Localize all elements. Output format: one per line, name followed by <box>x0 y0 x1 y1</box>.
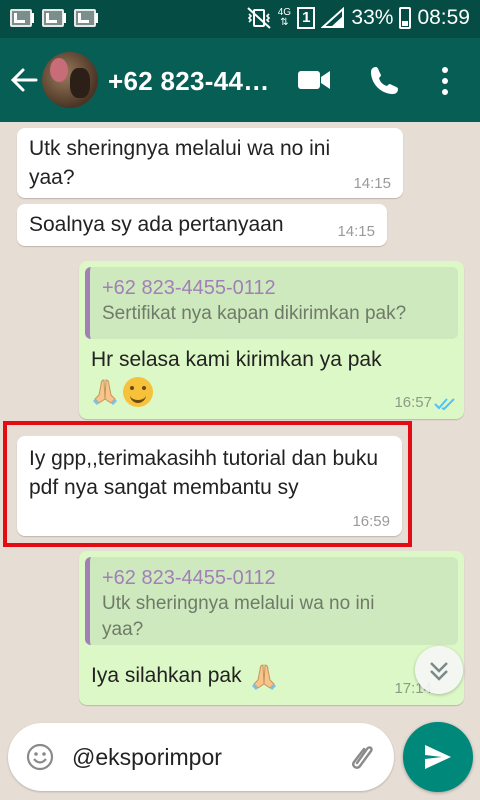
paperclip-icon[interactable] <box>348 741 376 773</box>
incoming-message[interactable]: Soalnya sy ada pertanyaan 14:15 <box>17 204 387 246</box>
status-bar: 4G ⇅ 1 33% 08:59 <box>0 0 480 38</box>
quoted-text: Sertifikat nya kapan dikirimkan pak? <box>102 303 407 324</box>
back-arrow-icon[interactable] <box>10 66 38 94</box>
quoted-text: Utk sheringnya melalui wa no ini yaa? <box>102 593 375 640</box>
quoted-sender: +62 823-4455-0112 <box>102 567 276 589</box>
outgoing-message[interactable]: +62 823-4455-0112 Utk sheringnya melalui… <box>79 551 464 705</box>
message-input[interactable] <box>72 741 332 773</box>
message-composer <box>8 723 394 791</box>
message-time: 14:15 <box>353 175 391 192</box>
sim-indicator: 1 <box>297 7 316 29</box>
quoted-message[interactable]: +62 823-4455-0112 Utk sheringnya melalui… <box>85 557 458 645</box>
message-text: Hr selasa kami kirimkan ya pak <box>91 348 382 371</box>
battery-icon <box>399 7 412 29</box>
chat-header: +62 823-44… <box>0 38 480 122</box>
scroll-to-bottom-button[interactable] <box>415 646 463 694</box>
double-chevron-down-icon <box>430 662 448 681</box>
notification-icons <box>10 9 98 27</box>
message-text: Utk sheringnya melalui wa no ini yaa? <box>29 137 331 189</box>
outgoing-message[interactable]: +62 823-4455-0112 Sertifikat nya kapan d… <box>79 261 464 419</box>
gmail-notification-icon <box>10 9 34 27</box>
highlight-box <box>3 421 412 547</box>
gmail-notification-icon <box>74 9 98 27</box>
message-text: Iya silahkan pak <box>91 664 242 687</box>
smiling-face-emoji-icon <box>123 377 153 407</box>
quoted-message[interactable]: +62 823-4455-0112 Sertifikat nya kapan d… <box>85 267 458 339</box>
message-text: Soalnya sy ada pertanyaan <box>29 213 284 236</box>
emoji-icon[interactable] <box>26 743 54 771</box>
more-options-icon[interactable] <box>440 66 450 96</box>
incoming-message[interactable]: Utk sheringnya melalui wa no ini yaa? 14… <box>17 128 403 198</box>
message-time: 14:15 <box>337 223 375 240</box>
send-button[interactable] <box>403 722 473 792</box>
signal-icon <box>321 7 345 28</box>
quoted-sender: +62 823-4455-0112 <box>102 277 276 299</box>
voice-call-icon[interactable] <box>369 65 399 95</box>
read-receipt-icon <box>434 398 455 411</box>
message-time: 16:57 <box>394 394 432 411</box>
contact-name[interactable]: +62 823-44… <box>108 66 270 97</box>
gmail-notification-icon <box>42 9 66 27</box>
message-emojis <box>91 377 153 407</box>
contact-avatar[interactable] <box>42 52 98 108</box>
send-icon <box>425 745 451 769</box>
network-type-icon: 4G ⇅ <box>278 8 291 28</box>
folded-hands-emoji-icon <box>251 663 276 690</box>
video-call-icon[interactable] <box>297 68 331 92</box>
battery-percent: 33% <box>351 6 394 29</box>
vibrate-mute-icon <box>247 7 271 29</box>
data-arrows-icon: ⇅ <box>280 17 289 28</box>
clock: 08:59 <box>417 6 470 29</box>
folded-hands-emoji-icon <box>92 379 118 405</box>
